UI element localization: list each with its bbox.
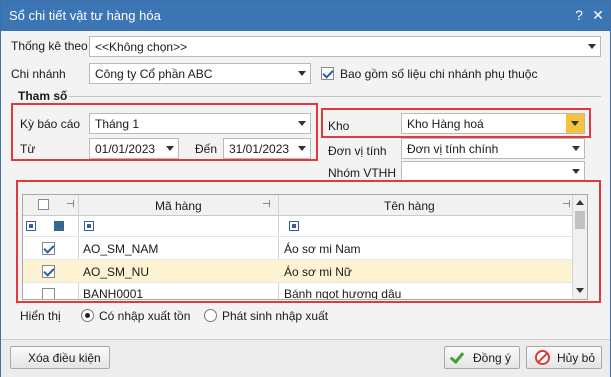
column-header-code[interactable]: Mã hàng [155, 199, 202, 213]
cancel-button[interactable]: Hủy bỏ [526, 346, 602, 369]
display-option-2-radio[interactable] [204, 309, 217, 322]
select-all-checkbox[interactable] [38, 199, 49, 210]
chevron-down-icon [298, 121, 306, 126]
dialog-title: Sổ chi tiết vật tư hàng hóa [9, 8, 161, 23]
display-option-1-label[interactable]: Có nhập xuất tồn [99, 309, 190, 323]
row-checkbox[interactable] [42, 265, 55, 278]
display-label: Hiển thị [20, 309, 61, 323]
checkmark-icon [449, 348, 465, 365]
table-row[interactable]: BANH0001 Bánh ngọt hương dâu [23, 283, 572, 300]
branch-combo[interactable]: Công ty Cổ phần ABC [89, 63, 311, 84]
table-row-selected[interactable]: AO_SM_NU Áo sơ mi Nữ [23, 260, 572, 283]
item-grid: ⊣ Mã hàng ⊣ Tên hàng ⊣ AO_SM_NAM Áo sơ m… [22, 194, 588, 300]
include-branch-label: Bao gồm số liệu chi nhánh phụ thuộc [340, 67, 538, 81]
unit-combo[interactable]: Đơn vị tính chính [401, 138, 585, 159]
footer-bar: Xóa điều kiện Đồng ý Hủy bỏ [1, 339, 610, 377]
display-option-1-radio[interactable] [81, 309, 94, 322]
parameters-group-label: Tham số [18, 89, 68, 103]
chevron-down-icon [571, 121, 579, 126]
filter-checked-icon[interactable] [54, 221, 64, 231]
close-icon[interactable]: ✕ [590, 6, 606, 24]
from-date-input[interactable]: 01/01/2023 [89, 138, 179, 159]
scroll-up-icon[interactable] [576, 200, 584, 205]
calendar-dropdown-icon[interactable] [166, 146, 174, 151]
chevron-down-icon [572, 146, 580, 151]
to-date-input[interactable]: 31/01/2023 [223, 138, 311, 159]
ok-button[interactable]: Đồng ý [444, 346, 520, 369]
to-label: Đến [195, 142, 218, 156]
column-header-name[interactable]: Tên hàng [384, 199, 435, 213]
filter-operator-icon[interactable] [26, 221, 36, 231]
grid-header: ⊣ Mã hàng ⊣ Tên hàng ⊣ [23, 195, 572, 216]
calendar-dropdown-icon[interactable] [298, 146, 306, 151]
item-code: AO_SM_NU [83, 265, 150, 279]
unit-label: Đơn vị tính [328, 144, 387, 158]
from-label: Từ [20, 142, 36, 156]
clear-conditions-button[interactable]: Xóa điều kiện [10, 346, 110, 369]
statistic-by-combo[interactable]: <<Không chọn>> [89, 36, 601, 57]
display-option-2-label[interactable]: Phát sinh nhập xuất [222, 309, 328, 323]
pin-icon[interactable]: ⊣ [66, 199, 75, 210]
period-label: Kỳ báo cáo [20, 117, 81, 131]
filter-code-icon[interactable] [84, 221, 94, 231]
help-icon[interactable]: ? [571, 6, 587, 24]
branch-label: Chi nhánh [11, 67, 66, 81]
chevron-down-icon [298, 71, 306, 76]
item-name: Áo sơ mi Nam [284, 242, 361, 256]
period-combo[interactable]: Tháng 1 [89, 113, 311, 134]
item-name: Bánh ngọt hương dâu [284, 287, 402, 300]
chevron-down-icon [572, 169, 580, 174]
warehouse-combo[interactable]: Kho Hàng hoá [401, 113, 585, 134]
scroll-down-icon[interactable] [576, 288, 584, 293]
report-dialog: Sổ chi tiết vật tư hàng hóa ? ✕ Thống kê… [0, 0, 611, 377]
row-checkbox[interactable] [42, 242, 55, 255]
item-group-combo[interactable] [401, 161, 585, 182]
group-divider [69, 96, 601, 97]
pin-icon[interactable]: ⊣ [262, 199, 271, 210]
table-row[interactable]: AO_SM_NAM Áo sơ mi Nam [23, 237, 572, 260]
cancel-icon [535, 350, 550, 365]
item-name: Áo sơ mi Nữ [284, 265, 352, 279]
filter-name-icon[interactable] [289, 221, 299, 231]
include-branch-checkbox[interactable] [321, 67, 334, 80]
chevron-down-icon [588, 44, 596, 49]
scroll-thumb[interactable] [575, 211, 585, 229]
item-code: BANH0001 [83, 287, 144, 300]
title-bar: Sổ chi tiết vật tư hàng hóa ? ✕ [1, 1, 610, 31]
grid-scrollbar[interactable] [572, 195, 587, 299]
filter-row [23, 216, 572, 237]
pin-icon[interactable]: ⊣ [562, 199, 571, 210]
row-checkbox[interactable] [42, 288, 55, 299]
warehouse-label: Kho [328, 119, 350, 133]
item-group-label: Nhóm VTHH [328, 166, 397, 180]
item-code: AO_SM_NAM [83, 242, 159, 256]
statistic-by-label: Thống kê theo [11, 39, 88, 53]
